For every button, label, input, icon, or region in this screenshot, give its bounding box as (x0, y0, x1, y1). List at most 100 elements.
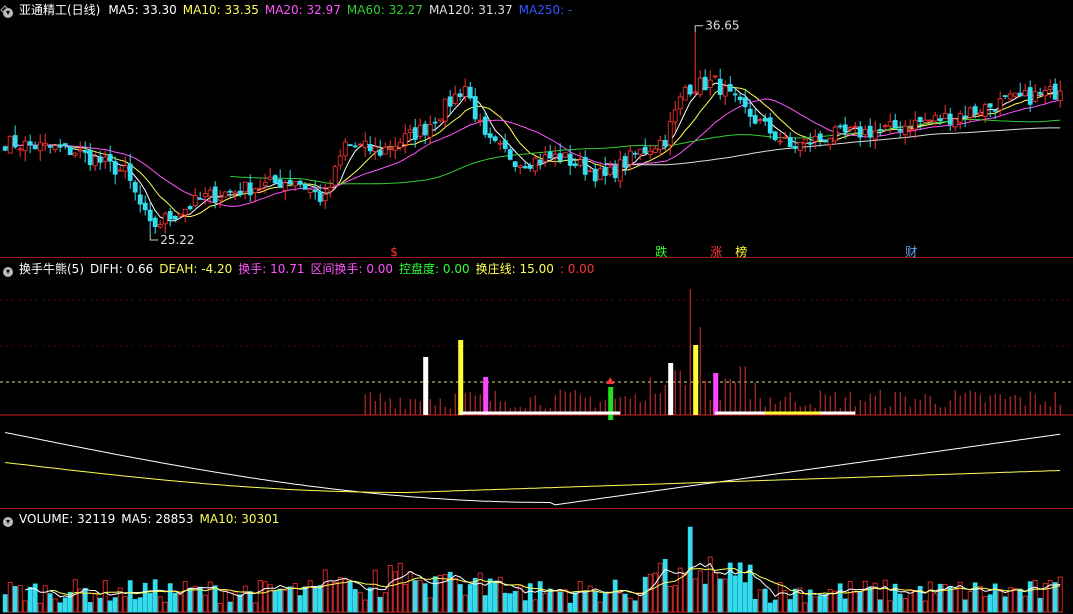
highlight-bar (668, 363, 674, 415)
candle-body (782, 137, 788, 139)
volume-bar (452, 578, 458, 613)
candle-body (477, 119, 483, 122)
indicator-label: 换手: 10.71 (238, 262, 305, 276)
volume-bar (682, 572, 688, 613)
candle-body (232, 191, 238, 194)
highlight-bar (693, 345, 699, 415)
volume-bar (122, 596, 128, 613)
candle-body (1037, 92, 1043, 94)
volume-label: MA10: 30301 (199, 512, 280, 526)
volume-bar (962, 599, 968, 613)
volume-label: MA5: 28853 (121, 512, 194, 526)
volume-bar (387, 564, 393, 613)
volume-bar (347, 581, 353, 613)
candle-body (1057, 90, 1063, 101)
candle-body (62, 143, 68, 146)
volume-label: VOLUME: 32119 (19, 512, 116, 526)
candle-body (122, 165, 128, 172)
volume-bar (312, 585, 318, 613)
volume-bar (977, 585, 983, 613)
volume-bar (612, 579, 618, 613)
candle-body (152, 217, 158, 228)
volume-bar (152, 579, 158, 613)
candle-body (97, 156, 103, 163)
volume-bar (487, 578, 493, 613)
candle-body (2, 146, 8, 151)
candle-body (777, 140, 783, 143)
candle-body (317, 191, 323, 202)
candle-body (102, 156, 108, 162)
candle-body (657, 140, 663, 151)
candle-body (17, 148, 23, 151)
volume-bar (492, 580, 498, 613)
candle-body (547, 151, 553, 159)
volume-bar (522, 600, 528, 613)
candle-body (212, 186, 218, 203)
volume-bar (12, 586, 18, 613)
candle-body (467, 86, 473, 99)
chevron-down-icon[interactable]: ▾ (3, 517, 13, 527)
chart-title: 亚通精工(日线) (19, 3, 101, 17)
candle-body (577, 159, 583, 166)
volume-bar (277, 588, 283, 613)
candle-body (392, 145, 398, 151)
candle-body (697, 77, 703, 95)
volume-bar (642, 576, 648, 613)
volume-legend: ▾ VOLUME: 32119 MA5: 28853 MA10: 30301 (0, 509, 285, 529)
candle-body (72, 152, 78, 156)
candle-body (902, 125, 908, 136)
volume-bar (172, 592, 178, 613)
candle-body (257, 187, 263, 190)
volume-bar (257, 579, 263, 613)
candle-body (987, 103, 993, 108)
volume-bar (1002, 596, 1008, 613)
volume-bar (367, 587, 373, 613)
candle-body (22, 140, 28, 152)
candle-body (822, 139, 828, 143)
candle-body (172, 215, 178, 220)
candle-body (892, 119, 898, 129)
candle-body (557, 153, 563, 162)
candle-body (632, 152, 638, 155)
volume-bar (547, 588, 553, 613)
candle-body (447, 96, 453, 107)
volume-bar (1022, 595, 1028, 613)
candle-body (337, 155, 343, 166)
volume-bar (592, 590, 598, 613)
candle-body (912, 119, 918, 130)
candle-body (1052, 83, 1058, 100)
candle-body (937, 118, 943, 122)
volume-bar (207, 581, 213, 613)
candle-body (87, 149, 93, 166)
volume-bar (132, 599, 138, 613)
low-price-label: 25.22 (160, 233, 194, 247)
candle-body (587, 170, 593, 173)
candle-body (322, 193, 328, 202)
candle-body (302, 184, 308, 190)
candle-body (507, 149, 513, 160)
volume-bar (672, 585, 678, 613)
volume-bar (697, 570, 703, 613)
candle-body (622, 156, 628, 168)
volume-bar (227, 601, 233, 613)
candle-body (642, 146, 648, 154)
candle-body (387, 148, 393, 150)
candle-body (612, 165, 618, 179)
volume-bar (407, 571, 413, 613)
candle-body (352, 145, 358, 148)
candle-body (442, 98, 448, 122)
chevron-down-icon[interactable]: ▾ (3, 8, 13, 18)
candle-body (877, 129, 883, 131)
candle-body (452, 93, 458, 104)
volume-bar (317, 585, 323, 613)
candle-body (242, 181, 248, 193)
candle-body (307, 189, 313, 193)
candle-body (357, 143, 363, 146)
volume-bar (982, 596, 988, 613)
volume-bar (572, 592, 578, 613)
event-marker: 财 (905, 245, 917, 259)
candle-body (347, 144, 353, 147)
volume-bar (822, 594, 828, 613)
chevron-down-icon[interactable]: ▾ (3, 267, 13, 277)
volume-bar (837, 583, 843, 613)
